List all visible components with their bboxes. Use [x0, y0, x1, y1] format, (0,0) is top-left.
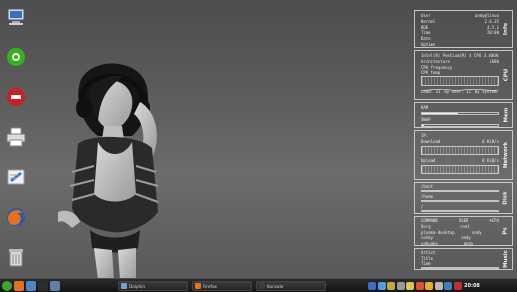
volume-tray-icon[interactable] [434, 282, 443, 290]
printer-icon[interactable] [5, 126, 27, 148]
cpu-load-row: Load: 31 By user: 12 By system: [421, 89, 499, 94]
task-label: Dolphin [129, 283, 146, 289]
task-label: Firefox [203, 283, 217, 289]
ram-usage-bar [421, 112, 499, 115]
cpu-usage-graph [421, 76, 499, 91]
system-monitor-panel: Info User andy@linux Kernel 2.6.35 KDE 4.5.1 T… [414, 10, 513, 270]
firefox-icon[interactable] [14, 281, 24, 291]
cpu-section: CPU Intel(R) Pentium(R) 4 CPU 3.40GHz Ar… [414, 50, 513, 100]
cpu-tab-label: CPU [503, 68, 510, 82]
home-icon[interactable] [26, 281, 36, 291]
disk-usage-bar [421, 210, 499, 212]
taskbar-task-button[interactable]: Konsole [256, 281, 326, 291]
ps-row: yakuake andy [421, 241, 499, 247]
mem-tab-label: Mem [503, 107, 509, 123]
disk-section: Disk /boot/home / [414, 182, 513, 214]
task-app-icon [121, 283, 127, 289]
terminal-icon[interactable] [38, 281, 48, 291]
device-tray-icon[interactable] [453, 282, 462, 290]
clipboard-tray-icon[interactable] [396, 282, 405, 290]
ps-cell: andy [463, 240, 474, 246]
disk-tab-label: Disk [503, 191, 510, 205]
info-row: Uptime [421, 42, 499, 48]
download-row: Download 0 KiB/s [421, 139, 499, 144]
info-row-label: Uptime [421, 42, 436, 47]
taskbar-task-button[interactable]: Firefox [192, 281, 252, 291]
network-tab-label: Network [503, 141, 510, 169]
clock[interactable]: 20:08 [464, 281, 480, 291]
kwallet-tray-icon[interactable] [444, 282, 452, 290]
upload-row: Upload 0 KiB/s [421, 158, 499, 163]
disk-usage-bar [421, 200, 499, 202]
taskbar: Dolphin Firefox Konsole 20:08 [0, 278, 517, 292]
ps-section: Ps COMMAND USER %CPU Xorg root plasma-desktop… [414, 216, 513, 246]
wallpaper-figure [58, 63, 159, 280]
mem-section: Mem RAM SWAP [414, 102, 513, 128]
ps-cell: yakuake [421, 240, 438, 246]
firefox-icon[interactable] [5, 206, 27, 228]
task-app-icon [259, 283, 265, 289]
text-editor-icon[interactable] [5, 166, 27, 188]
disk-usage-bar [421, 190, 499, 192]
music-tab-label: Music [503, 250, 509, 268]
network-tray-icon[interactable] [377, 282, 386, 290]
task-app-icon [195, 283, 201, 289]
music-section: Music Artist Title Time [414, 248, 513, 270]
ps-tab-label: Ps [503, 227, 509, 235]
computer-icon[interactable] [5, 6, 27, 28]
network-section: Network IP: Download 0 KiB/s Upload 0 KiB/… [414, 130, 513, 180]
info-tab-label: Info [503, 22, 510, 36]
task-label: Konsole [267, 283, 284, 289]
music-progress-bar [421, 267, 499, 269]
package-tray-icon[interactable] [387, 282, 395, 290]
updates-tray-icon[interactable] [415, 282, 424, 290]
trash-full-icon[interactable] [5, 86, 27, 108]
kickoff-icon[interactable] [2, 281, 12, 291]
taskbar-task-button[interactable]: Dolphin [118, 281, 188, 291]
notes-tray-icon[interactable] [406, 282, 414, 290]
settings-icon[interactable] [5, 46, 27, 68]
warning-tray-icon[interactable] [425, 282, 433, 290]
swap-usage-bar [421, 124, 499, 127]
show-desktop-icon[interactable] [50, 281, 60, 291]
download-graph [421, 146, 499, 155]
ram-row: RAM [421, 105, 429, 110]
upload-graph [421, 165, 499, 174]
trash-icon[interactable] [5, 246, 27, 268]
info-section: Info User andy@linux Kernel 2.6.35 KDE 4.5.1 T… [414, 10, 513, 48]
blue-tray-icon[interactable] [368, 282, 376, 290]
swap-row: SWAP [421, 117, 431, 122]
